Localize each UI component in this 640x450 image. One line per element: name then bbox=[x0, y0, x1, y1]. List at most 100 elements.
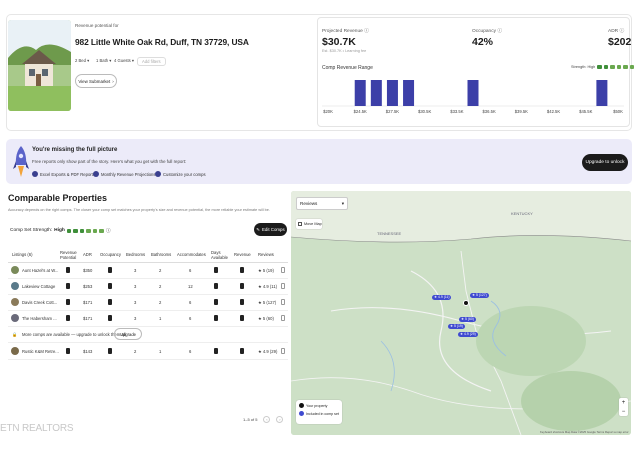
map-pin-comp[interactable]: ★ 5 (19) bbox=[448, 324, 465, 329]
calendar-icon bbox=[93, 171, 99, 177]
map-legend: Your property Included in comp set bbox=[296, 400, 342, 424]
chart-bar bbox=[596, 80, 608, 106]
table-row[interactable]: Rustic K&M Retre... $143 2 1 6 ★ 4.9 (29… bbox=[8, 344, 288, 360]
table-row[interactable]: Lakeview Cottage $253 3 2 12 ★ 4.9 (11) bbox=[8, 279, 288, 295]
chart-tick-label: $45.5K bbox=[579, 109, 592, 114]
listing-name[interactable]: Davis Creek Cott... bbox=[22, 300, 57, 305]
table-row[interactable]: Aunt Hazel's at W... $350 3 2 6 ★ 5 (19) bbox=[8, 263, 288, 279]
listing-name[interactable]: Aunt Hazel's at W... bbox=[22, 268, 58, 273]
lock-icon bbox=[66, 315, 70, 321]
chart-bar bbox=[370, 80, 382, 106]
view-submarket-button[interactable]: View Submarket › bbox=[75, 74, 117, 88]
upgrade-row: 🔒 More comps are available — upgrade to … bbox=[8, 326, 288, 343]
col-header-bedrooms[interactable]: Bedrooms bbox=[126, 252, 145, 257]
info-icon[interactable]: ⓘ bbox=[364, 29, 369, 34]
map-pin-your-property[interactable] bbox=[463, 300, 469, 306]
chevron-right-icon: › bbox=[112, 78, 114, 84]
listing-reviews: ★ 5 (19) bbox=[258, 268, 274, 273]
lock-icon bbox=[108, 348, 112, 354]
lock-icon bbox=[240, 283, 244, 289]
extra-filter-chip[interactable]: Add filters bbox=[137, 57, 166, 66]
feature-monthly-projections: Monthly Revenue Projections bbox=[93, 171, 155, 177]
col-header-reviews[interactable]: Reviews bbox=[258, 252, 274, 257]
chart-tick-label: $36.5K bbox=[482, 109, 495, 114]
map-view[interactable]: TENNESSEE KENTUCKY bbox=[291, 191, 631, 435]
col-header-accommodates[interactable]: Accommodates bbox=[177, 252, 206, 257]
listing-bedrooms: 2 bbox=[134, 349, 137, 354]
col-header-days-available[interactable]: Days Available bbox=[211, 250, 229, 260]
listing-accommodates: 12 bbox=[188, 284, 193, 289]
col-header-occupancy[interactable]: Occupancy bbox=[100, 252, 121, 257]
col-header-bathrooms[interactable]: Bathrooms bbox=[151, 252, 171, 257]
lock-icon bbox=[66, 348, 70, 354]
prev-page-button[interactable]: ‹ bbox=[263, 416, 271, 423]
edit-comps-button[interactable]: ✎ Edit Comps bbox=[254, 223, 287, 236]
listing-bedrooms: 3 bbox=[134, 300, 137, 305]
col-header-listings[interactable]: Listings (6) bbox=[12, 252, 32, 257]
lock-icon bbox=[240, 299, 244, 305]
table-row[interactable]: Davis Creek Cott... $171 3 2 6 ★ 5 (127) bbox=[8, 295, 288, 311]
watermark: ETN REALTORS bbox=[0, 423, 74, 434]
next-page-button[interactable]: › bbox=[276, 416, 284, 423]
checkbox-icon[interactable] bbox=[298, 222, 302, 226]
chart-strength: Strength: High bbox=[571, 65, 635, 69]
trash-icon[interactable] bbox=[281, 267, 285, 273]
listing-reviews: ★ 4.9 (29) bbox=[258, 349, 278, 354]
trash-icon[interactable] bbox=[281, 283, 285, 289]
occupancy-label: Occupancy ⓘ bbox=[472, 29, 503, 34]
listing-reviews: ★ 4.9 (11) bbox=[258, 284, 278, 289]
lock-icon bbox=[214, 348, 218, 354]
chart-tick-label: $50K bbox=[613, 109, 623, 114]
info-icon[interactable]: ⓘ bbox=[619, 29, 624, 34]
pagination-text: 1–5 of 5 bbox=[243, 417, 258, 422]
lock-icon bbox=[240, 267, 244, 273]
info-icon[interactable]: ⓘ bbox=[106, 227, 111, 234]
listing-adr: $143 bbox=[83, 349, 93, 354]
bath-select[interactable]: 1 Bath ▾ bbox=[96, 58, 111, 63]
map-pin-comp[interactable]: ★ 5 (60) bbox=[459, 317, 476, 322]
zoom-out-button[interactable]: − bbox=[622, 409, 626, 415]
listing-accommodates: 6 bbox=[189, 300, 192, 305]
trash-icon[interactable] bbox=[281, 315, 285, 321]
banner-title: You're missing the full picture bbox=[32, 147, 118, 153]
map-attribution: Keyboard shortcuts Map Data ©2025 Google… bbox=[540, 430, 629, 434]
col-header-revenue-potential[interactable]: Revenue Potential bbox=[60, 250, 80, 260]
col-header-revenue[interactable]: Revenue bbox=[234, 252, 251, 257]
table-row[interactable]: The Habersham ... $171 3 1 6 ★ 5 (60) bbox=[8, 311, 288, 327]
map-pin-comp[interactable]: ★ 4.9 (29) bbox=[458, 332, 478, 337]
excel-icon bbox=[32, 171, 38, 177]
lock-icon bbox=[214, 283, 218, 289]
listing-name[interactable]: The Habersham ... bbox=[22, 316, 57, 321]
listing-name[interactable]: Rustic K&M Retre... bbox=[22, 349, 59, 354]
chart-title: Comp Revenue Range bbox=[322, 65, 373, 71]
listing-bathrooms: 2 bbox=[159, 300, 162, 305]
listing-bathrooms: 2 bbox=[159, 284, 162, 289]
map-pin-comp[interactable]: ★ 5 (127) bbox=[470, 293, 489, 298]
chart-tick-label: $27.5K bbox=[386, 109, 399, 114]
guests-select[interactable]: 4 Guests ▾ bbox=[114, 58, 134, 63]
col-header-adr[interactable]: ADR bbox=[83, 252, 92, 257]
zoom-in-button[interactable]: + bbox=[622, 400, 626, 406]
your-property-dot bbox=[299, 403, 304, 408]
listing-bathrooms: 2 bbox=[159, 268, 162, 273]
upgrade-button[interactable]: Upgrade bbox=[114, 328, 142, 340]
comp-revenue-chart: $20K $24.5K $27.5K $30.5K $33.5K $36.5K $39.5K… bbox=[322, 80, 624, 114]
bed-select[interactable]: 2 Bed ▾ bbox=[75, 58, 89, 63]
map-pin-comp[interactable]: ★ 4.9 (11) bbox=[432, 295, 452, 300]
move-map-toggle[interactable]: Move Map bbox=[296, 219, 322, 229]
listing-adr: $171 bbox=[83, 300, 93, 305]
projected-revenue-value: $30.7K bbox=[322, 36, 356, 48]
property-photo bbox=[8, 20, 71, 111]
chevron-down-icon: ▾ bbox=[341, 200, 344, 206]
map-metric-select[interactable]: Reviews ▾ bbox=[296, 197, 348, 210]
trash-icon[interactable] bbox=[281, 299, 285, 305]
banner-text: Free reports only show part of the story… bbox=[32, 159, 187, 164]
settings-icon bbox=[155, 171, 161, 177]
trash-icon[interactable] bbox=[281, 348, 285, 354]
info-icon[interactable]: ⓘ bbox=[497, 29, 502, 34]
upgrade-to-unlock-button[interactable]: Upgrade to unlock bbox=[582, 154, 628, 171]
listing-name[interactable]: Lakeview Cottage bbox=[22, 284, 55, 289]
listing-thumbnail bbox=[11, 298, 19, 306]
chart-bar bbox=[386, 80, 398, 106]
chart-bar bbox=[354, 80, 366, 106]
